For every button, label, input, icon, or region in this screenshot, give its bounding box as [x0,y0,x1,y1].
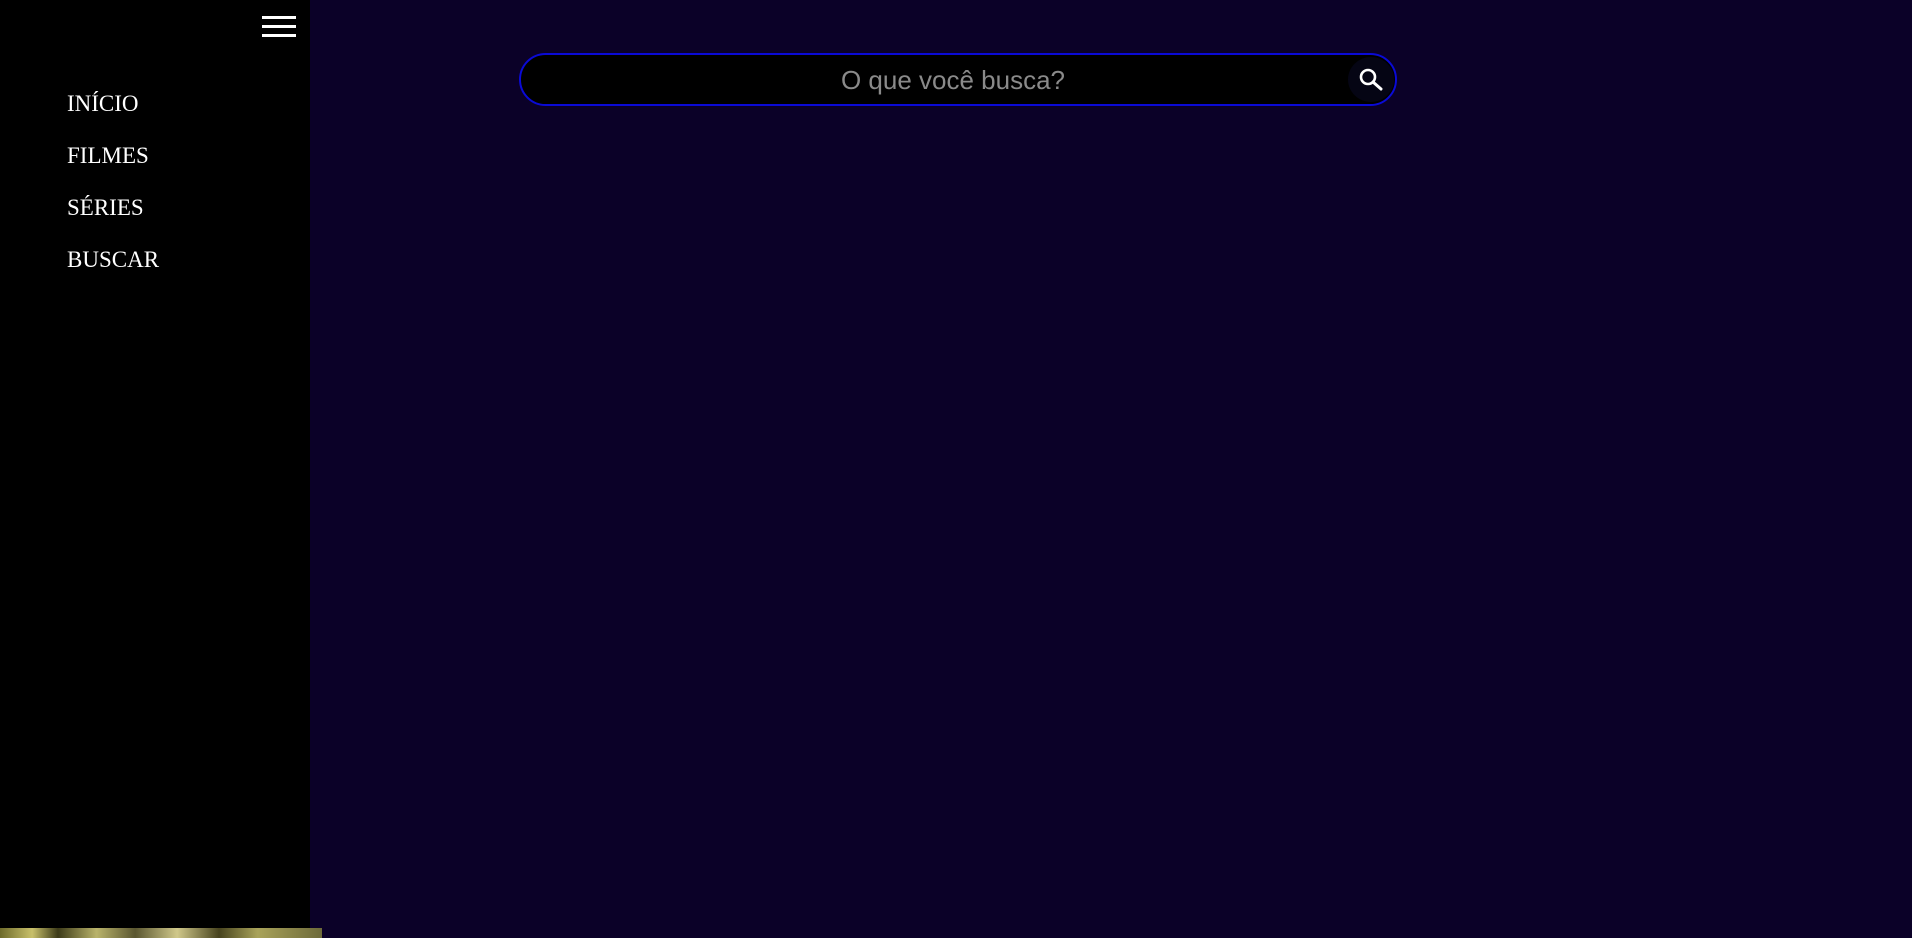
hamburger-menu-icon[interactable] [262,14,296,40]
sidebar-item-buscar: BUSCAR [67,242,159,294]
search-icon [1359,68,1383,91]
sidebar-nav: INÍCIO FILMES SÉRIES BUSCAR [67,86,159,294]
hamburger-line-middle [262,25,296,28]
hamburger-line-top [262,16,296,19]
partial-thumbnail-strip [0,928,322,938]
hamburger-line-bottom [262,34,296,37]
search-bar [519,53,1397,106]
nav-link-inicio[interactable]: INÍCIO [67,91,139,116]
sidebar: INÍCIO FILMES SÉRIES BUSCAR [0,0,322,938]
sidebar-item-series: SÉRIES [67,190,159,242]
nav-link-filmes[interactable]: FILMES [67,143,149,168]
nav-link-series[interactable]: SÉRIES [67,195,144,220]
nav-link-buscar[interactable]: BUSCAR [67,247,159,272]
sidebar-item-filmes: FILMES [67,138,159,190]
sidebar-item-inicio: INÍCIO [67,86,159,138]
search-input[interactable] [541,55,1365,106]
search-button[interactable] [1348,57,1394,102]
